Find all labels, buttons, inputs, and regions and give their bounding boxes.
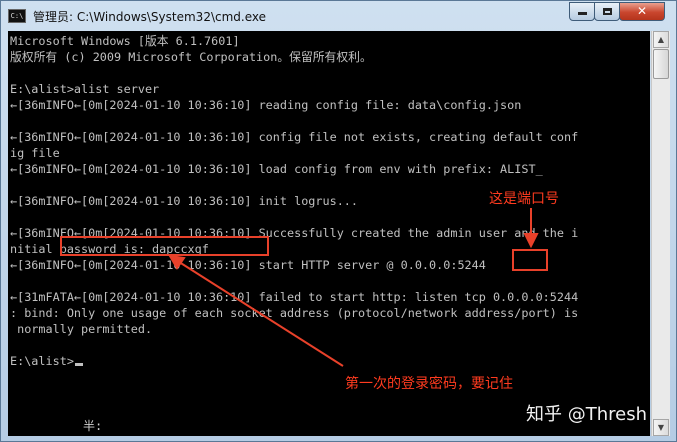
- watermark: 知乎 @Thresh: [526, 404, 647, 425]
- console-line: ←[31mFATA←[0m[2024-01-10 10:36:10] faile…: [10, 290, 579, 304]
- close-button[interactable]: ✕: [619, 2, 665, 21]
- minimize-icon: [577, 12, 587, 15]
- ime-indicator: 半:: [83, 419, 103, 433]
- prompt-text: E:\alist>: [10, 354, 74, 368]
- port-highlight-box: [512, 249, 548, 271]
- console-line: Microsoft Windows [版本 6.1.7601]: [10, 34, 240, 48]
- title-bar[interactable]: C:\ 管理员: C:\Windows\System32\cmd.exe ✕: [1, 1, 676, 31]
- vertical-scrollbar[interactable]: ▲ ▼: [651, 31, 670, 436]
- console-line: normally permitted.: [10, 322, 153, 336]
- console-output[interactable]: Microsoft Windows [版本 6.1.7601] 版权所有 (c)…: [8, 31, 650, 436]
- scroll-down-icon[interactable]: ▼: [653, 419, 669, 436]
- console-line: ←[36mINFO←[0m[2024-01-10 10:36:10] start…: [10, 258, 486, 272]
- scroll-thumb[interactable]: [653, 49, 669, 79]
- password-highlight-box: [60, 236, 269, 256]
- cmd-window: C:\ 管理员: C:\Windows\System32\cmd.exe ✕ M…: [0, 0, 677, 442]
- console-line: ig file: [10, 146, 60, 160]
- password-annotation: 第一次的登录密码，要记住: [345, 376, 513, 392]
- maximize-button[interactable]: [594, 2, 620, 21]
- text-cursor: [74, 363, 83, 366]
- console-line: ←[36mINFO←[0m[2024-01-10 10:36:10] init …: [10, 194, 359, 208]
- prompt-line[interactable]: E:\alist>: [10, 353, 83, 369]
- close-icon: ✕: [636, 4, 648, 18]
- window-title: 管理员: C:\Windows\System32\cmd.exe: [33, 10, 266, 24]
- console-line: ←[36mINFO←[0m[2024-01-10 10:36:10] load …: [10, 162, 543, 176]
- maximize-icon: [602, 8, 612, 15]
- scroll-up-icon[interactable]: ▲: [653, 31, 669, 48]
- port-annotation: 这是端口号: [489, 191, 559, 207]
- console-line: ←[36mINFO←[0m[2024-01-10 10:36:10] confi…: [10, 130, 579, 144]
- console-line: E:\alist>alist server: [10, 82, 160, 96]
- console-line: ←[36mINFO←[0m[2024-01-10 10:36:10] readi…: [10, 98, 522, 112]
- terminal-icon[interactable]: C:\: [8, 9, 26, 23]
- minimize-button[interactable]: [569, 2, 595, 21]
- console-line: : bind: Only one usage of each socket ad…: [10, 306, 579, 320]
- console-line: 版权所有 (c) 2009 Microsoft Corporation。保留所有…: [10, 50, 372, 64]
